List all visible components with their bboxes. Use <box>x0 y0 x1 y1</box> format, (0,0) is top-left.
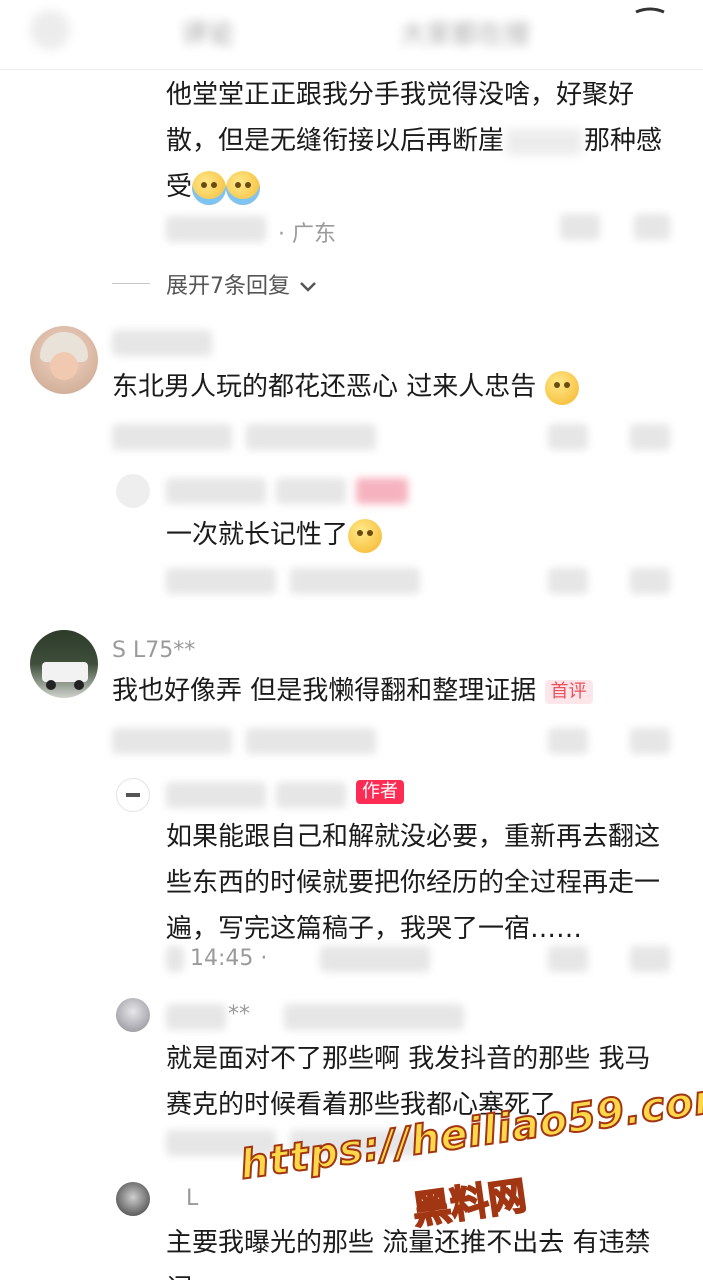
chevron-down-icon <box>300 282 316 292</box>
blurred-time <box>112 424 232 450</box>
reply-username[interactable]: ** <box>228 1002 250 1027</box>
reply-icon[interactable] <box>548 424 588 450</box>
author-tag <box>356 478 408 504</box>
reply-username[interactable] <box>166 782 266 808</box>
comment-text: 他堂堂正正跟我分手我觉得没啥，好聚好散，但是无缝衔接以后再断崖 那种感受 <box>166 72 676 210</box>
divider <box>112 283 150 284</box>
avatar[interactable] <box>30 630 98 698</box>
reply-username[interactable] <box>166 478 266 504</box>
hand-over-mouth-emoji-icon <box>348 518 383 553</box>
first-comment-badge: 首评 <box>544 679 593 704</box>
top-bar: 评论 大家都在搜 <box>0 0 703 70</box>
page-title: 评论 <box>182 20 235 50</box>
reply-time: 14:45 · <box>190 946 268 971</box>
reply-icon[interactable] <box>548 946 588 972</box>
username[interactable] <box>112 330 212 356</box>
like-icon[interactable] <box>630 946 670 972</box>
reply-username-prefix <box>166 1004 226 1030</box>
expand-replies-button[interactable]: 展开7条回复 <box>166 268 317 300</box>
reply-avatar[interactable] <box>116 998 150 1032</box>
reply-text: 一次就长记性了 <box>166 512 383 558</box>
author-badge: 作者 <box>356 780 404 804</box>
reply-username-extra <box>276 782 346 808</box>
comment-text: 我也好像弄 但是我懒得翻和整理证据 首评 <box>112 668 593 714</box>
author-avatar[interactable] <box>116 778 150 812</box>
like-icon[interactable] <box>630 424 670 450</box>
reply-username-extra <box>276 478 346 504</box>
reply-icon[interactable] <box>548 728 588 754</box>
crying-emoji-icon <box>226 170 261 205</box>
blurred-location <box>320 946 430 972</box>
blurred-time <box>166 568 276 594</box>
blurred-location <box>246 424 376 450</box>
crying-emoji-icon <box>192 170 227 205</box>
reply-avatar[interactable] <box>116 474 150 508</box>
blurred-time <box>166 216 266 242</box>
reply-icon[interactable] <box>548 568 588 594</box>
author-badge-wrap: 作者 <box>356 780 404 804</box>
blurred-date <box>166 946 184 972</box>
reply-text: 如果能跟自己和解就没必要，重新再去翻这些东西的时候就要把你经历的全过程再走一遍，… <box>166 822 661 944</box>
username[interactable]: S L75** <box>112 638 195 663</box>
like-icon[interactable] <box>634 214 670 240</box>
blurred-location <box>246 728 376 754</box>
smile-emoji-icon <box>544 370 579 405</box>
comment-location: · 广东 <box>278 222 336 247</box>
like-icon[interactable] <box>630 568 670 594</box>
avatar[interactable] <box>30 326 98 394</box>
blurred-time <box>112 728 232 754</box>
reply-icon[interactable] <box>560 214 600 240</box>
back-icon[interactable] <box>30 10 70 50</box>
search-hint[interactable]: 大家都在搜 <box>400 14 530 51</box>
reply-to-username <box>284 1004 464 1030</box>
reply-username[interactable]: L <box>186 1186 198 1211</box>
blurred-location <box>290 568 420 594</box>
like-icon[interactable] <box>630 728 670 754</box>
comment-text: 东北男人玩的都花还恶心 过来人忠告 <box>112 364 579 410</box>
blurred-emoji <box>506 128 583 155</box>
reply-avatar[interactable] <box>116 1182 150 1216</box>
close-icon[interactable] <box>630 4 670 34</box>
